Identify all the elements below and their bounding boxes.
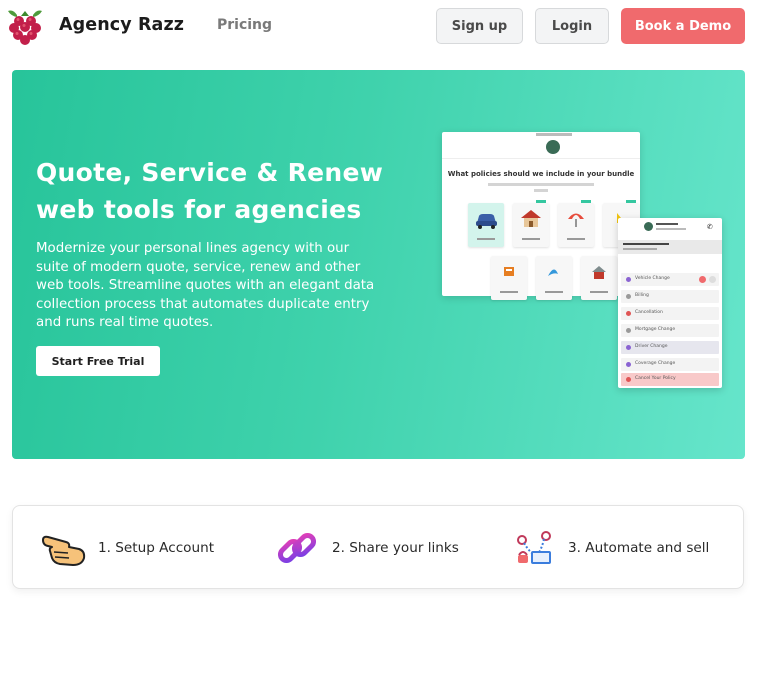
service-mockup-screenshot: ✆ Vehicle Change Billing Cancellation Mo…	[618, 218, 722, 388]
mockup-menu-label: Billing	[635, 293, 649, 298]
hero-description: Modernize your personal lines agency wit…	[36, 241, 375, 330]
mockup-menu-label: Coverage Change	[635, 361, 676, 366]
mockup-agent-name	[656, 223, 678, 225]
mockup-menu-item: Billing	[621, 290, 719, 303]
book-demo-button[interactable]: Book a Demo	[621, 8, 745, 44]
mockup-option-label	[545, 291, 563, 293]
mockup-menu-item: Vehicle Change	[621, 273, 719, 286]
nav-pricing-link[interactable]: Pricing	[217, 17, 272, 33]
condo-icon	[592, 266, 606, 279]
mockup-option-house	[513, 200, 549, 247]
mockup-subtext	[488, 183, 594, 186]
life-icon	[504, 267, 514, 276]
hero-title-line-2: web tools for agencies	[36, 195, 362, 224]
mockup-menu-label: Cancel Your Policy	[635, 376, 676, 381]
brand-name[interactable]: Agency Razz	[59, 15, 184, 35]
mockup-menu-item: Driver Change	[621, 341, 719, 354]
mockup-option-badge	[581, 200, 591, 203]
flood-icon	[548, 269, 558, 276]
mockup-subtext-2	[534, 189, 548, 192]
hero-section: Quote, Service & Renew web tools for age…	[12, 70, 745, 459]
mockup-menu-icon	[626, 328, 631, 333]
mockup-option-badge	[536, 200, 546, 203]
mockup-toggle-dot	[709, 276, 716, 283]
top-navbar: Agency Razz Pricing Sign up Login Book a…	[0, 0, 757, 56]
bundle-mockup-screenshot: What policies should we include in your …	[442, 132, 640, 300]
step-label: 1. Setup Account	[98, 540, 215, 556]
mockup-toggle-dot	[699, 276, 706, 283]
step-automate-sell: 3. Automate and sell	[510, 528, 709, 568]
mockup-option-badge	[626, 200, 636, 203]
mockup-avatar	[644, 222, 653, 231]
phone-icon: ✆	[707, 223, 713, 231]
mockup-option-label	[500, 291, 518, 293]
raspberry-logo-icon[interactable]	[5, 7, 45, 47]
mockup-agent-name	[536, 133, 572, 136]
mockup-option-label	[477, 238, 495, 240]
mockup-option-flood	[536, 256, 572, 300]
step-label: 2. Share your links	[332, 540, 459, 556]
login-button[interactable]: Login	[535, 8, 609, 44]
step-label: 3. Automate and sell	[568, 540, 710, 556]
car-icon	[476, 214, 497, 229]
mockup-menu-item: Mortgage Change	[621, 324, 719, 337]
mockup-menu-item: Cancellation	[621, 307, 719, 320]
house-icon	[521, 210, 541, 227]
umbrella-icon	[568, 213, 584, 227]
mockup-question-subtext	[623, 248, 657, 250]
hero-title-line-1: Quote, Service & Renew	[36, 158, 384, 187]
mockup-agent-contact	[656, 228, 686, 230]
mockup-question-text	[623, 243, 669, 245]
mockup-menu-icon	[626, 277, 631, 282]
mockup-bundle-question: What policies should we include in your …	[447, 170, 635, 178]
mockup-option-life	[491, 256, 527, 300]
mockup-menu-item: Cancel Your Policy	[621, 373, 719, 386]
mockup-menu-label: Cancellation	[635, 310, 663, 315]
pointing-hand-icon	[42, 535, 86, 566]
mockup-avatar	[546, 140, 560, 154]
mockup-option-label	[522, 238, 540, 240]
mockup-menu-icon	[626, 377, 631, 382]
signup-button[interactable]: Sign up	[436, 8, 523, 44]
mockup-menu-label: Vehicle Change	[635, 276, 670, 281]
mockup-menu-icon	[626, 362, 631, 367]
mockup-menu-item: Coverage Change	[621, 358, 719, 371]
mockup-header	[442, 132, 640, 159]
steps-card: 1. Setup Account 2. Share your links 3. …	[12, 505, 744, 589]
mockup-option-car	[468, 203, 504, 247]
automation-icon	[517, 531, 551, 564]
mockup-menu-label: Mortgage Change	[635, 327, 676, 332]
mockup-option-label	[590, 291, 608, 293]
step-setup-account: 1. Setup Account	[40, 528, 214, 568]
start-free-trial-button[interactable]: Start Free Trial	[36, 346, 160, 376]
mockup-menu-label: Driver Change	[635, 344, 668, 349]
mockup-menu-icon	[626, 345, 631, 350]
hero-title: Quote, Service & Renew web tools for age…	[36, 154, 416, 228]
mockup-option-condo	[581, 256, 617, 300]
mockup-option-label	[567, 238, 585, 240]
mockup-option-umbrella	[558, 200, 594, 247]
chain-link-icon	[277, 532, 317, 564]
mockup-menu-icon	[626, 294, 631, 299]
step-share-links: 2. Share your links	[274, 528, 459, 568]
mockup-menu-icon	[626, 311, 631, 316]
